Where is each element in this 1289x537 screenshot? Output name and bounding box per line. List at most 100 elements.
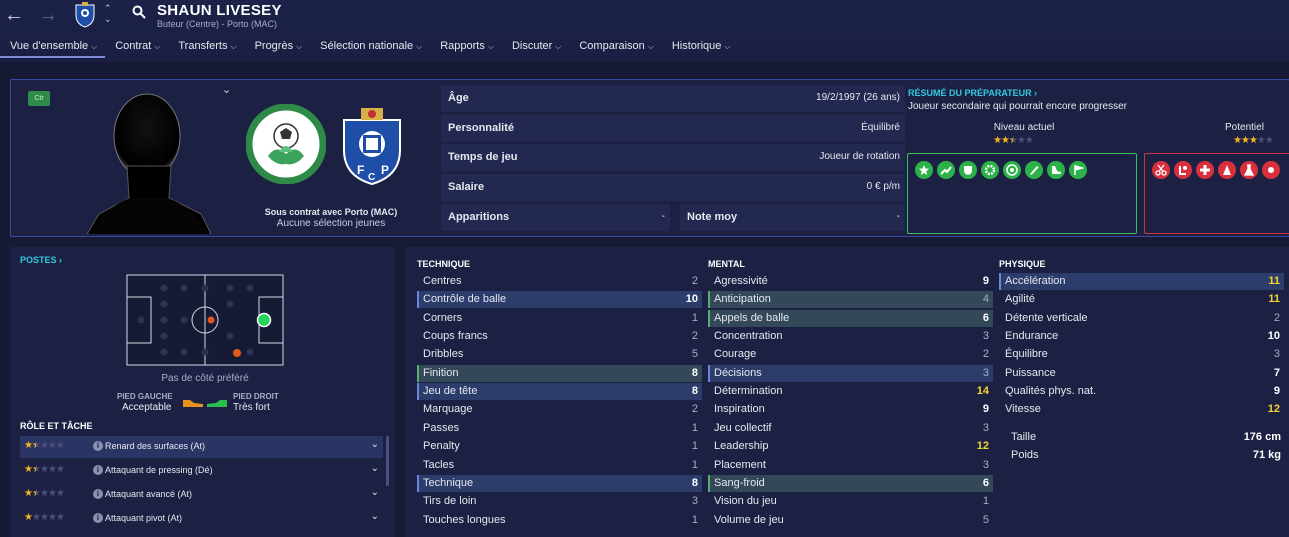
attribute-row[interactable]: Volume de jeu 5 [708, 512, 993, 529]
chevron-down-icon[interactable]: ⌄ [371, 463, 379, 474]
club-crest-icon[interactable] [74, 2, 96, 31]
chevron-down-icon[interactable]: ⌄ [222, 83, 231, 96]
attribute-row[interactable]: Agilité 11 [999, 291, 1284, 308]
attribute-row[interactable]: Détente verticale 2 [999, 310, 1284, 327]
role-row[interactable]: ★★★★★ i Attaquant pivot (At) ⌄ [20, 508, 383, 530]
attribute-row[interactable]: Marquage 2 [417, 401, 702, 418]
info-icon[interactable]: i [93, 441, 103, 451]
star-icon: ★ [47, 440, 57, 451]
role-row[interactable]: ★★★★★ i Attaquant de pressing (Dé) ⌄ [20, 460, 383, 482]
role-name: Attaquant pivot (At) [105, 513, 183, 523]
search-icon[interactable] [132, 5, 146, 22]
attribute-row[interactable]: Inspiration 9 [708, 401, 993, 418]
player-switch-icon[interactable]: ⌃ ⌄ [104, 3, 112, 25]
attribute-row[interactable]: Corners 1 [417, 310, 702, 327]
menu-progress[interactable]: Progrès ⌵ [245, 38, 311, 58]
attribute-row[interactable]: Centres 2 [417, 273, 702, 290]
attribute-value: 9 [982, 403, 989, 416]
menu-contract[interactable]: Contrat ⌵ [105, 38, 168, 58]
trend-up-icon[interactable] [937, 161, 955, 179]
arrow-down-icon[interactable] [1174, 161, 1192, 179]
attribute-row[interactable]: Concentration 3 [708, 328, 993, 345]
attribute-row[interactable]: Vision du jeu 1 [708, 493, 993, 510]
medical-cross-icon[interactable] [1196, 161, 1214, 179]
attribute-row[interactable]: Contrôle de balle 10 [417, 291, 702, 309]
attribute-row[interactable]: Finition 8 [417, 364, 702, 382]
scissors-icon[interactable] [1152, 161, 1170, 179]
attribute-row[interactable]: Vitesse 12 [999, 401, 1284, 418]
coach-report-link[interactable]: RÉSUMÉ DU PRÉPARATEUR › [908, 88, 1037, 98]
menu-discuss[interactable]: Discuter ⌵ [502, 38, 569, 58]
flask-icon[interactable] [1240, 161, 1258, 179]
chevron-down-icon[interactable]: ⌄ [371, 511, 379, 522]
positions-link[interactable]: POSTES › [20, 255, 62, 265]
attribute-row[interactable]: Tacles 1 [417, 457, 702, 474]
role-scrollbar[interactable] [386, 436, 389, 486]
attribute-row[interactable]: Penalty 1 [417, 438, 702, 455]
attribute-row[interactable]: Coups francs 2 [417, 328, 702, 345]
menu-comparison[interactable]: Comparaison ⌵ [569, 38, 662, 58]
attribute-row[interactable]: Jeu de tête 8 [417, 383, 702, 401]
info-icon[interactable]: i [93, 489, 103, 499]
star-icon: ★ [1248, 135, 1258, 146]
target-icon[interactable] [1003, 161, 1021, 179]
attribute-name: Corners [423, 311, 463, 324]
coach-report-text: Joueur secondaire qui pourrait encore pr… [908, 101, 1128, 112]
attribute-row[interactable]: Agressivité 9 [708, 273, 993, 290]
attribute-row[interactable]: Jeu collectif 3 [708, 420, 993, 437]
attribute-value: 12 [976, 440, 989, 453]
flag-icon[interactable] [1069, 161, 1087, 179]
role-row[interactable]: ★★★★★ i Attaquant avancé (At) ⌄ [20, 484, 383, 506]
attribute-row[interactable]: Puissance 7 [999, 365, 1284, 382]
attribute-row[interactable]: Courage 2 [708, 346, 993, 363]
attribute-row[interactable]: Décisions 3 [708, 364, 993, 382]
attribute-row[interactable]: Touches longues 1 [417, 512, 702, 529]
attribute-row[interactable]: Placement 3 [708, 457, 993, 474]
info-icon[interactable]: i [93, 513, 103, 523]
attribute-row[interactable]: Accélération 11 [999, 273, 1284, 290]
attribute-row[interactable]: Détermination 14 [708, 383, 993, 400]
boot-icon[interactable] [1047, 161, 1065, 179]
attribute-value: 5 [982, 513, 989, 526]
gear-icon[interactable] [981, 161, 999, 179]
star-icon: ★ [39, 440, 49, 451]
star-icon: ★ [47, 464, 57, 475]
menu-overview[interactable]: Vue d'ensemble ⌵ [0, 38, 106, 58]
menu-national-selection[interactable]: Sélection nationale ⌵ [310, 38, 430, 58]
back-arrow-icon[interactable]: ← [2, 4, 26, 27]
menu-reports[interactable]: Rapports ⌵ [430, 38, 502, 58]
attribute-row[interactable]: Dribbles 5 [417, 346, 702, 363]
info-icon[interactable]: i [93, 465, 103, 475]
attribute-row[interactable]: Tirs de loin 3 [417, 493, 702, 510]
attribute-name: Agilité [1005, 293, 1035, 306]
pen-icon[interactable] [1025, 161, 1043, 179]
right-foot-value: Très fort [233, 402, 270, 413]
menu-transfers[interactable]: Transferts ⌵ [168, 38, 244, 58]
attribute-row[interactable]: Passes 1 [417, 420, 702, 437]
trait-icon[interactable] [1262, 161, 1280, 179]
attribute-row[interactable]: Endurance 10 [999, 328, 1284, 345]
attribute-row[interactable]: Sang-froid 6 [708, 474, 993, 492]
star-icon: ★ [39, 512, 49, 523]
cone-icon[interactable] [1218, 161, 1236, 179]
attribute-name: Détente verticale [1005, 311, 1088, 324]
attribute-name: Détermination [714, 385, 783, 398]
menu-history[interactable]: Historique ⌵ [662, 38, 739, 58]
attribute-row[interactable]: Qualités phys. nat. 9 [999, 383, 1284, 400]
star-icon[interactable] [915, 161, 933, 179]
chevron-down-icon: ⌵ [724, 42, 731, 51]
chevron-down-icon[interactable]: ⌄ [371, 439, 379, 450]
shield-icon[interactable] [959, 161, 977, 179]
attribute-name: Finition [423, 366, 459, 379]
attribute-row[interactable]: Appels de balle 6 [708, 309, 993, 327]
attribute-row[interactable]: Anticipation 4 [708, 291, 993, 309]
attribute-row[interactable]: Équilibre 3 [999, 346, 1284, 363]
forward-arrow-icon[interactable]: → [36, 4, 60, 27]
role-row[interactable]: ★★★★★ i Renard des surfaces (At) ⌄ [20, 436, 383, 458]
attribute-name: Concentration [714, 330, 783, 343]
strengths-box [907, 153, 1137, 234]
attribute-row[interactable]: Technique 8 [417, 474, 702, 492]
chevron-down-icon[interactable]: ⌄ [371, 487, 379, 498]
star-icon: ★ [24, 512, 33, 523]
attribute-row[interactable]: Leadership 12 [708, 438, 993, 455]
